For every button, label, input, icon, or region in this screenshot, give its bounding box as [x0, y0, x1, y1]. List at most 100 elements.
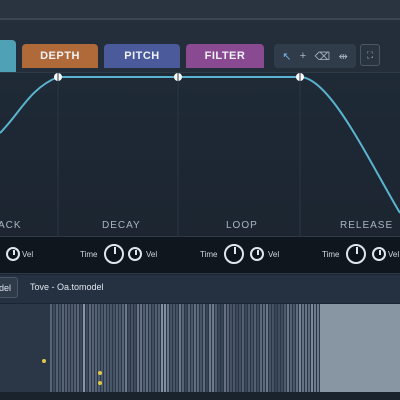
waveform-stripe: [263, 304, 265, 392]
loop-time-label: Time: [200, 250, 218, 259]
waveform-stripe: [230, 304, 232, 392]
waveform-stripe: [134, 304, 136, 392]
waveform-stripe: [245, 304, 247, 392]
waveform-stripe: [131, 304, 133, 392]
waveform-stripe: [266, 304, 268, 392]
tab-filter[interactable]: FILTER: [186, 44, 264, 68]
waveform-stripe: [275, 304, 277, 392]
waveform-stripe: [311, 304, 313, 392]
waveform-stripe: [227, 304, 229, 392]
waveform-stripe: [218, 304, 220, 392]
attack-vel-label: Vel: [22, 250, 34, 259]
waveform-stripe: [299, 304, 301, 392]
waveform-stripe: [302, 304, 304, 392]
stage-labels: ACK DECAY LOOP RELEASE: [0, 216, 400, 236]
waveform-stripe: [155, 304, 157, 392]
waveform-stripe: [86, 304, 88, 392]
waveform-stripe: [239, 304, 241, 392]
waveform-stripe: [272, 304, 274, 392]
stretch-icon[interactable]: ⇹: [339, 50, 348, 63]
waveform-stripe: [80, 304, 82, 392]
window-top-bar: [0, 0, 400, 20]
waveform-stripe: [92, 304, 94, 392]
envelope-graph[interactable]: [0, 73, 400, 238]
waveform-stripe: [284, 304, 286, 392]
waveform-stripe: [119, 304, 121, 392]
waveform-stripe: [149, 304, 151, 392]
release-time-label: Time: [322, 250, 340, 259]
waveform-stripe: [197, 304, 199, 392]
waveform-stripe: [191, 304, 193, 392]
waveform-stripe: [317, 304, 319, 392]
waveform-stripe: [53, 304, 55, 392]
marker-dot: [98, 371, 102, 375]
cursor-arrow-icon[interactable]: ↖: [282, 50, 291, 63]
waveform-stripe: [122, 304, 124, 392]
waveform-stripe: [194, 304, 196, 392]
decay-vel-knob[interactable]: [128, 247, 142, 261]
waveform-stripe: [101, 304, 103, 392]
waveform-stripe: [203, 304, 205, 392]
waveform-stripe: [176, 304, 178, 392]
waveform-stripe: [143, 304, 145, 392]
waveform-stripe: [83, 304, 85, 392]
attack-time-knob[interactable]: [6, 247, 20, 261]
release-time-knob[interactable]: [346, 244, 366, 264]
stage-label-attack: ACK: [0, 220, 22, 231]
waveform-stripe: [98, 304, 100, 392]
model-file-name[interactable]: Tove - Oa.tomodel: [30, 282, 104, 292]
waveform-stripe: [200, 304, 202, 392]
waveform-stripe: [236, 304, 238, 392]
model-button[interactable]: del: [0, 277, 18, 298]
loop-time-knob[interactable]: [224, 244, 244, 264]
waveform-stripe: [188, 304, 190, 392]
envelope-editor[interactable]: [0, 72, 400, 238]
waveform-stripe: [164, 304, 166, 392]
waveform-stripe: [125, 304, 127, 392]
tab-pitch[interactable]: PITCH: [104, 44, 180, 68]
waveform-stripe: [254, 304, 256, 392]
loop-vel-knob[interactable]: [250, 247, 264, 261]
decay-time-knob[interactable]: [104, 244, 124, 264]
graph-background: [0, 73, 400, 238]
plus-icon[interactable]: +: [300, 50, 306, 62]
waveform-stripe: [242, 304, 244, 392]
tab-attack[interactable]: [0, 40, 16, 72]
waveform-stripe: [137, 304, 139, 392]
knob-row: Vel Time Vel Time Vel Time Vel: [0, 236, 400, 274]
waveform-stripe: [167, 304, 169, 392]
waveform-stripe: [290, 304, 292, 392]
waveform-stripe: [68, 304, 70, 392]
waveform-stripe: [152, 304, 154, 392]
waveform-stripe: [233, 304, 235, 392]
zoom-fit-icon[interactable]: ⛶: [360, 44, 380, 66]
loop-vel-label: Vel: [268, 250, 280, 259]
waveform-stripe: [173, 304, 175, 392]
waveform-stripe: [224, 304, 226, 392]
waveform-stripe: [56, 304, 58, 392]
tab-depth[interactable]: DEPTH: [22, 44, 98, 68]
marker-dot: [42, 359, 46, 363]
release-vel-label: Vel: [388, 250, 400, 259]
stage-label-loop: LOOP: [226, 220, 258, 231]
decay-time-label: Time: [80, 250, 98, 259]
waveform-stripe: [251, 304, 253, 392]
waveform-stripe: [221, 304, 223, 392]
waveform-stripe: [296, 304, 298, 392]
waveform-stripe: [71, 304, 73, 392]
waveform-stripe: [146, 304, 148, 392]
model-file-bar: del Tove - Oa.tomodel: [0, 275, 400, 303]
eraser-icon[interactable]: ⌫: [315, 50, 331, 63]
bottom-bar: [0, 392, 400, 400]
waveform-stripe: [281, 304, 283, 392]
stage-label-decay: DECAY: [102, 220, 141, 231]
release-vel-knob[interactable]: [372, 247, 386, 261]
waveform-stripe: [116, 304, 118, 392]
sample-waveform[interactable]: [0, 304, 400, 392]
waveform-stripe: [65, 304, 67, 392]
envelope-tool-group: ↖ + ⌫ ⇹: [274, 44, 356, 68]
waveform-stripe: [59, 304, 61, 392]
waveform-stripe: [305, 304, 307, 392]
waveform-stripe: [104, 304, 106, 392]
waveform-stripe: [110, 304, 112, 392]
